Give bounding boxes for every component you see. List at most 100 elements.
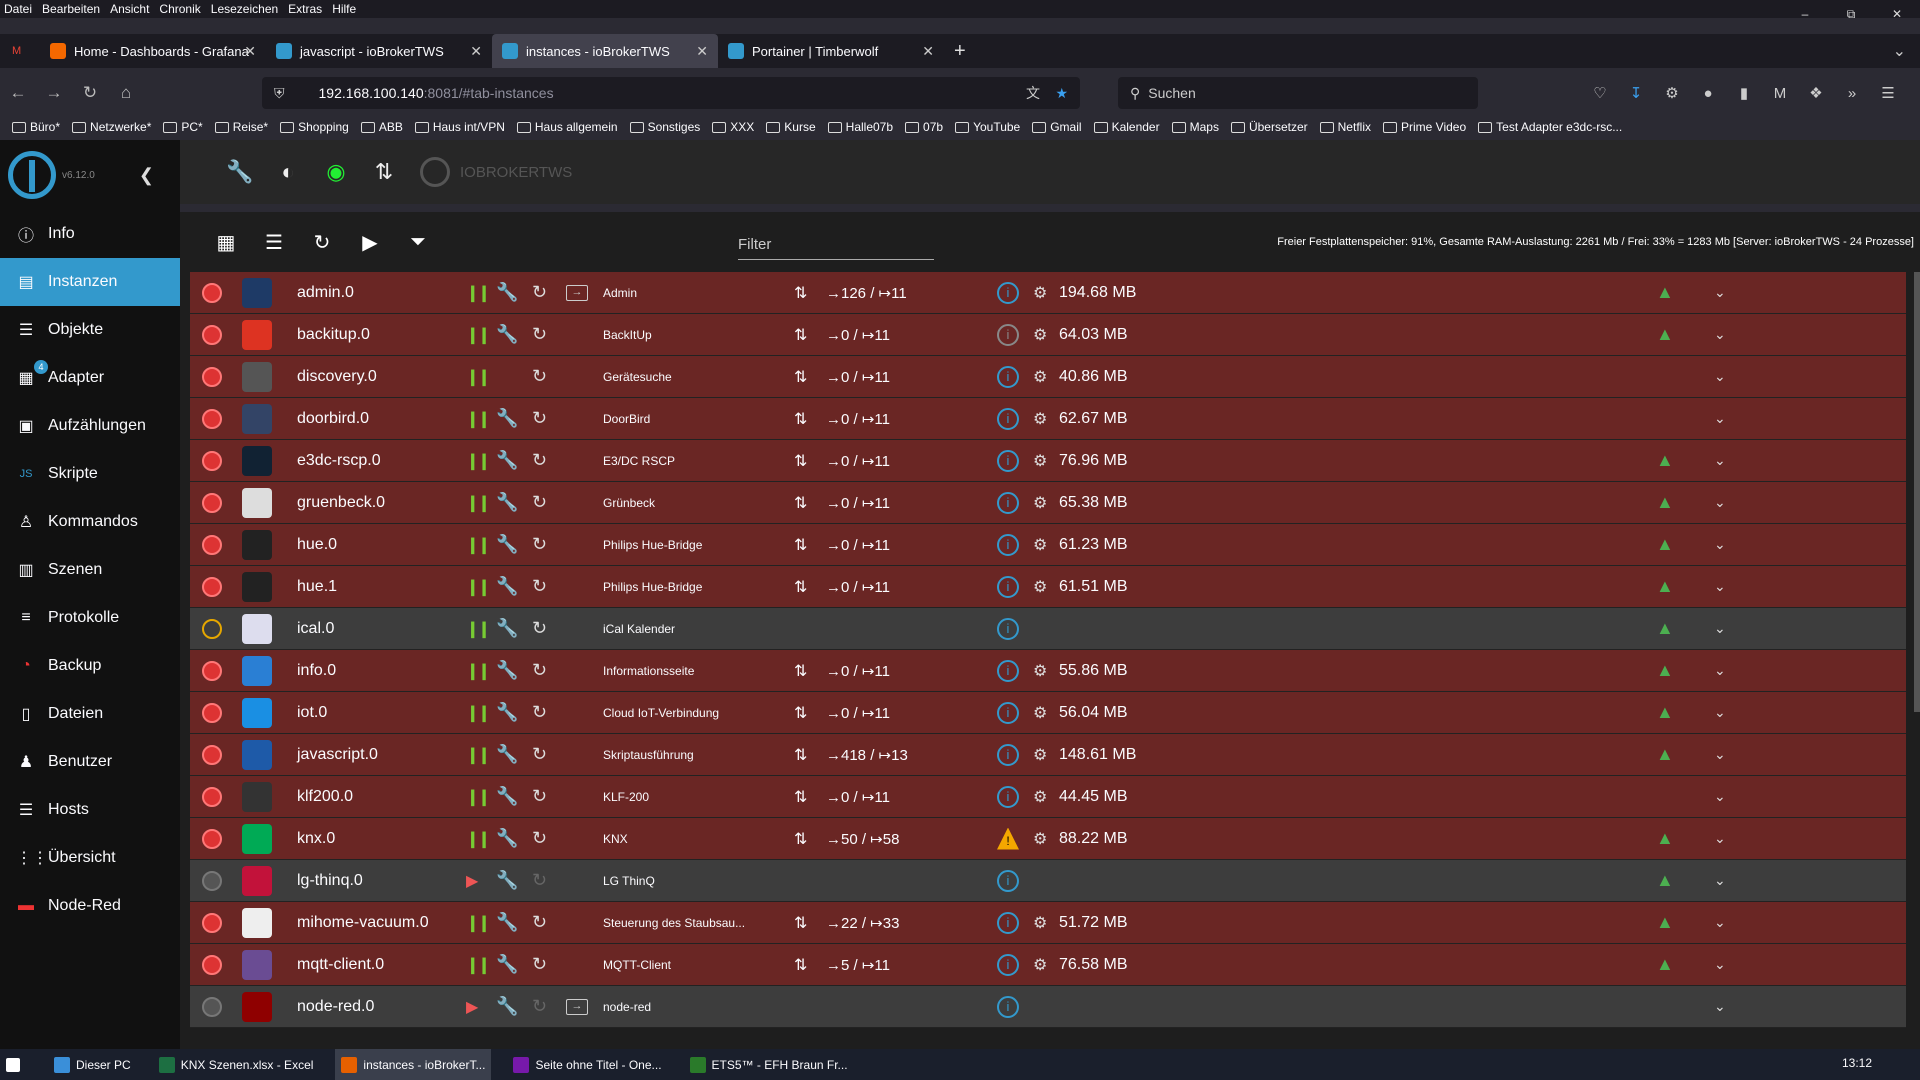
settings-wrench-icon[interactable]: 🔧 (496, 828, 518, 849)
pinned-tab-gmail[interactable]: M (0, 34, 40, 68)
instance-row[interactable]: info.0 ❙❙ 🔧 ↻ Informationsseite ⇅ →0 / ↦11 i ⚙ 55… (190, 650, 1906, 692)
sidebar-item-backup[interactable]: ◔ Backup (0, 642, 180, 690)
taskbar-item[interactable]: KNX Szenen.xlsx - Excel (153, 1049, 320, 1080)
instance-row[interactable]: admin.0 ❙❙ 🔧 ↻ → Admin ⇅ →126 / ↦11 i ⚙ 194.68 MB ▲… (190, 272, 1906, 314)
instance-row[interactable]: knx.0 ❙❙ 🔧 ↻ KNX ⇅ →50 / ↦58! ⚙ 88.22 MB ▲ ⌄ (190, 818, 1906, 860)
wrench-icon[interactable]: 🔧 (216, 159, 264, 185)
settings-wrench-icon[interactable]: 🔧 (496, 912, 518, 933)
home-icon[interactable]: ⌂ (108, 83, 144, 103)
restart-icon[interactable]: ↻ (532, 576, 547, 597)
open-link-icon[interactable]: → (566, 998, 588, 1015)
expand-chevron-icon[interactable]: ⌄ (1714, 746, 1726, 763)
menu-icon[interactable]: ☰ (1870, 84, 1906, 102)
status-indicator[interactable] (202, 913, 222, 933)
status-indicator[interactable] (202, 283, 222, 303)
info-icon[interactable]: i (997, 575, 1019, 598)
restart-icon[interactable]: ↻ (532, 534, 547, 555)
info-icon[interactable]: i (997, 911, 1019, 934)
close-icon[interactable]: ✕ (1874, 0, 1920, 28)
tab-1[interactable]: javascript - ioBrokerTWS ✕ (266, 34, 492, 68)
expand-chevron-icon[interactable]: ⌄ (1714, 452, 1726, 469)
filter-input[interactable]: Filter (738, 236, 934, 260)
no-sync-icon[interactable]: ⇅ (360, 159, 408, 185)
sidebar-item-hosts[interactable]: ☰ Hosts (0, 786, 180, 834)
settings-wrench-icon[interactable]: 🔧 (496, 450, 518, 471)
close-tab-icon[interactable]: ✕ (470, 43, 482, 60)
refresh-icon[interactable]: ↻ (298, 230, 346, 255)
tab-0[interactable]: Home - Dashboards - Grafana ✕ (40, 34, 266, 68)
restart-icon[interactable]: ↻ (532, 786, 547, 807)
bookmark-item[interactable]: Kurse (766, 120, 816, 134)
taskbar-item[interactable]: ETS5™ - EFH Braun Fr... (684, 1049, 854, 1080)
minimize-icon[interactable]: – (1782, 0, 1828, 28)
overflow-icon[interactable]: » (1834, 85, 1870, 102)
restart-icon[interactable]: ↻ (532, 996, 547, 1017)
settings-wrench-icon[interactable]: 🔧 (496, 954, 518, 975)
status-indicator[interactable] (202, 703, 222, 723)
status-indicator[interactable] (202, 997, 222, 1017)
search-input[interactable]: Suchen (1148, 85, 1195, 101)
info-icon[interactable]: i (997, 785, 1019, 808)
sidebar-item-benutzer[interactable]: ♟ Benutzer (0, 738, 180, 786)
instance-row[interactable]: e3dc-rscp.0 ❙❙ 🔧 ↻ E3/DC RSCP ⇅ →0 / ↦11 i ⚙ 76.9… (190, 440, 1906, 482)
restore-icon[interactable]: ⧉ (1828, 0, 1874, 28)
expand-chevron-icon[interactable]: ⌄ (1714, 536, 1726, 553)
sidebar-item-objekte[interactable]: ☰ Objekte (0, 306, 180, 354)
settings-wrench-icon[interactable]: 🔧 (496, 744, 518, 765)
instance-row[interactable]: ical.0 ❙❙ 🔧 ↻ iCal Kalender i ▲ ⌄ (190, 608, 1906, 650)
settings-wrench-icon[interactable]: 🔧 (496, 618, 518, 639)
play-icon[interactable]: ▶ (466, 871, 478, 891)
pause-icon[interactable]: ❙❙ (466, 535, 491, 555)
instance-row[interactable]: hue.1 ❙❙ 🔧 ↻ Philips Hue-Bridge ⇅ →0 / ↦11 i ⚙ 61… (190, 566, 1906, 608)
status-indicator[interactable] (202, 493, 222, 513)
translate-icon[interactable]: 文 (1026, 83, 1040, 103)
pause-icon[interactable]: ❙❙ (466, 409, 491, 429)
settings-wrench-icon[interactable]: 🔧 (496, 786, 518, 807)
info-icon[interactable]: i (997, 617, 1019, 640)
sidebar-item-kommandos[interactable]: ♙ Kommandos (0, 498, 180, 546)
info-icon[interactable]: i (997, 323, 1019, 346)
settings-wrench-icon[interactable]: 🔧 (496, 702, 518, 723)
play-icon[interactable]: ▶ (346, 230, 394, 255)
expand-chevron-icon[interactable]: ⌄ (1714, 284, 1726, 301)
status-indicator[interactable] (202, 577, 222, 597)
close-tab-icon[interactable]: ✕ (922, 43, 934, 60)
menu-item-datei[interactable]: Datei (4, 2, 32, 16)
sidebar-item-instanzen[interactable]: ▤ Instanzen (0, 258, 180, 306)
expert-mode-icon[interactable]: ◉ (312, 159, 360, 185)
status-indicator[interactable] (202, 829, 222, 849)
info-icon[interactable]: i (997, 659, 1019, 682)
sidebar-item-protokolle[interactable]: ≡ Protokolle (0, 594, 180, 642)
bookmark-item[interactable]: Reise* (214, 120, 268, 134)
restart-icon[interactable]: ↻ (532, 324, 547, 345)
bookmark-item[interactable]: Shopping (280, 120, 349, 134)
search-bar[interactable]: ⚲ Suchen (1118, 77, 1478, 109)
play-icon[interactable]: ▶ (466, 997, 478, 1017)
status-indicator[interactable] (202, 535, 222, 555)
status-indicator[interactable] (202, 409, 222, 429)
status-indicator[interactable] (202, 871, 222, 891)
expand-chevron-icon[interactable]: ⌄ (1714, 326, 1726, 343)
account-icon[interactable]: M (1762, 85, 1798, 102)
restart-icon[interactable]: ↻ (532, 744, 547, 765)
expand-chevron-icon[interactable]: ⌄ (1714, 914, 1726, 931)
restart-icon[interactable]: ↻ (532, 912, 547, 933)
close-tab-icon[interactable]: ✕ (696, 43, 708, 60)
settings-icon[interactable]: ⚙ (1654, 84, 1690, 102)
bookmark-item[interactable]: Test Adapter e3dc-rsc... (1478, 120, 1622, 134)
settings-wrench-icon[interactable]: 🔧 (496, 492, 518, 513)
pause-icon[interactable]: ❙❙ (466, 745, 491, 765)
pause-icon[interactable]: ❙❙ (466, 661, 491, 681)
instance-row[interactable]: gruenbeck.0 ❙❙ 🔧 ↻ Grünbeck ⇅ →0 / ↦11 i ⚙ 65.38 … (190, 482, 1906, 524)
expand-chevron-icon[interactable]: ⌄ (1714, 704, 1726, 721)
pause-icon[interactable]: ❙❙ (466, 703, 491, 723)
info-icon[interactable]: i (997, 365, 1019, 388)
info-icon[interactable]: i (997, 407, 1019, 430)
sidebar-item-dateien[interactable]: ▯ Dateien (0, 690, 180, 738)
instance-row[interactable]: backitup.0 ❙❙ 🔧 ↻ BackItUp ⇅ →0 / ↦11 i ⚙ 64.03 M… (190, 314, 1906, 356)
bookmark-item[interactable]: Gmail (1032, 120, 1082, 134)
bookmark-item[interactable]: Haus int/VPN (414, 120, 505, 134)
info-icon[interactable]: i (997, 701, 1019, 724)
menu-item-extras[interactable]: Extras (288, 2, 322, 16)
status-indicator[interactable] (202, 661, 222, 681)
